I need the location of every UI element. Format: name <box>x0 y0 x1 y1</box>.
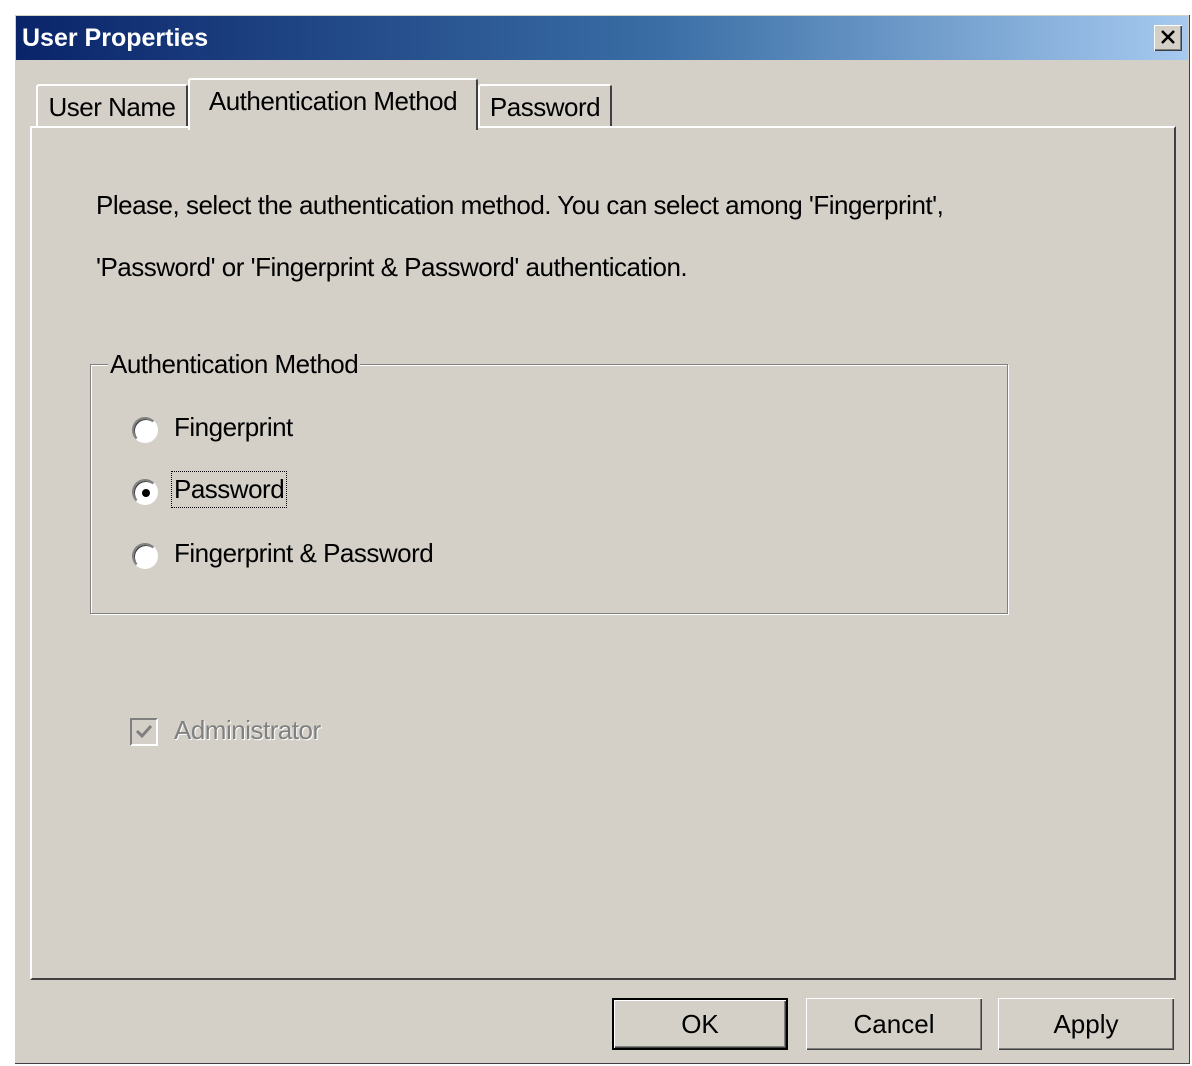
tab-user-name[interactable]: User Name <box>36 84 188 128</box>
radio-fingerprint-and-password-label: Fingerprint & Password <box>174 538 434 568</box>
radio-button[interactable] <box>132 417 158 443</box>
title-bar[interactable]: User Properties <box>16 16 1188 60</box>
radio-button[interactable] <box>132 543 158 569</box>
radio-fingerprint-label: Fingerprint <box>174 412 293 442</box>
radio-button[interactable] <box>132 479 158 505</box>
radio-password-label: Password <box>170 471 288 508</box>
tab-password[interactable]: Password <box>478 84 612 128</box>
tab-authentication-method-label: Authentication Method <box>208 86 458 116</box>
apply-button[interactable]: Apply <box>998 998 1174 1050</box>
description-line-1: Please, select the authentication method… <box>96 190 944 220</box>
radio-selected-dot <box>142 489 150 497</box>
close-icon <box>1161 30 1175 44</box>
window-title: User Properties <box>22 24 209 52</box>
tab-user-name-label: User Name <box>48 92 176 122</box>
administrator-label: Administrator <box>174 715 321 745</box>
tab-authentication-method[interactable]: Authentication Method <box>188 78 478 130</box>
cancel-button[interactable]: Cancel <box>806 998 982 1050</box>
description-line-2: 'Password' or 'Fingerprint & Password' a… <box>96 252 688 282</box>
tab-password-label: Password <box>489 92 601 122</box>
group-label: Authentication Method <box>108 349 361 380</box>
checkmark-icon <box>135 724 153 739</box>
ok-button[interactable]: OK <box>612 998 788 1050</box>
close-button[interactable] <box>1154 25 1182 51</box>
administrator-checkbox[interactable] <box>130 718 158 746</box>
